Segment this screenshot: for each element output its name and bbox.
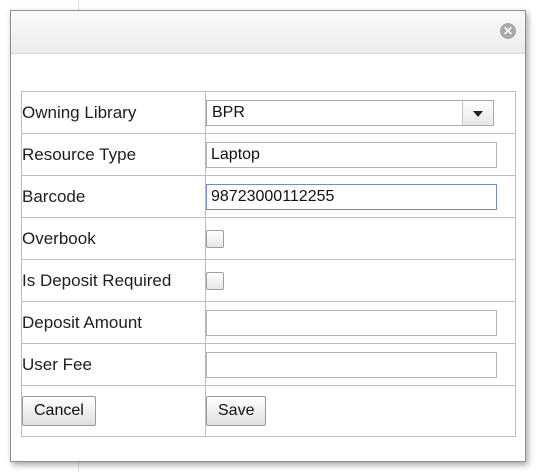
overbook-checkbox[interactable] [206, 229, 224, 248]
deposit-amount-label: Deposit Amount [21, 301, 206, 344]
is-deposit-required-label: Is Deposit Required [21, 259, 206, 302]
user-fee-input[interactable] [206, 351, 497, 378]
dialog-titlebar: ✕ [11, 11, 525, 54]
owning-library-label: Owning Library [21, 91, 206, 134]
edit-resource-dialog: ✕ Owning Library BPR Resource Type Barco… [10, 10, 526, 462]
form-row-overbook: Overbook [21, 217, 516, 260]
chevron-down-icon[interactable] [462, 100, 493, 125]
resource-type-input[interactable] [206, 141, 497, 168]
owning-library-value: BPR [212, 103, 245, 121]
form-row-deposit-amount: Deposit Amount [21, 301, 516, 344]
form-row-barcode: Barcode [21, 175, 516, 218]
form-row-owning-library: Owning Library BPR [21, 91, 516, 134]
is-deposit-required-checkbox[interactable] [206, 271, 224, 290]
resource-type-label: Resource Type [21, 133, 206, 176]
save-button[interactable]: Save [206, 396, 267, 426]
barcode-input[interactable] [206, 183, 497, 210]
cancel-button[interactable]: Cancel [22, 396, 96, 426]
close-icon[interactable]: ✕ [500, 23, 516, 39]
background-divider [78, 461, 79, 472]
barcode-label: Barcode [21, 175, 206, 218]
overbook-label: Overbook [21, 217, 206, 260]
background-divider [78, 0, 79, 10]
deposit-amount-input[interactable] [206, 309, 497, 336]
owning-library-select[interactable]: BPR [206, 99, 494, 126]
form-row-is-deposit-required: Is Deposit Required [21, 259, 516, 302]
form-row-user-fee: User Fee [21, 343, 516, 386]
user-fee-label: User Fee [21, 343, 206, 386]
resource-form: Owning Library BPR Resource Type Barcode… [21, 91, 516, 437]
form-row-resource-type: Resource Type [21, 133, 516, 176]
form-row-actions: Cancel Save [21, 385, 516, 437]
